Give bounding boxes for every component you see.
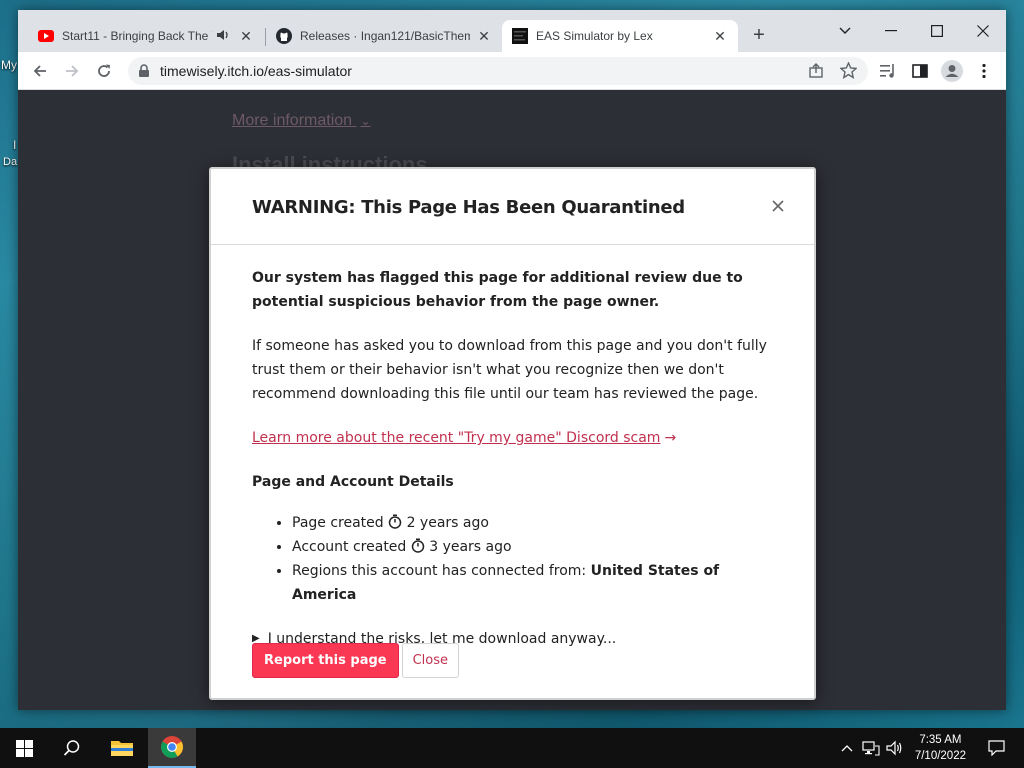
quarantine-dialog: WARNING: This Page Has Been Quarantined … [209, 167, 816, 700]
flag-notice: Our system has flagged this page for add… [252, 270, 743, 310]
more-information-link[interactable]: More information ⌄ [232, 112, 371, 130]
network-icon[interactable] [860, 728, 882, 768]
dialog-title: WARNING: This Page Has Been Quarantined [252, 197, 685, 218]
start-button[interactable] [0, 728, 48, 768]
youtube-icon [38, 28, 54, 44]
close-tab-icon[interactable]: ✕ [712, 28, 728, 45]
search-icon [63, 740, 80, 756]
windows-icon [15, 739, 33, 757]
media-control-icon [879, 64, 894, 78]
regions-label: Regions this account has connected from: [292, 563, 587, 579]
search-button[interactable] [48, 728, 96, 768]
browser-toolbar: timewisely.itch.io/eas-simulator [18, 52, 1006, 90]
desktop-icon-label[interactable]: I [13, 138, 16, 152]
tab-eas-simulator[interactable]: EAS Simulator by Lex ✕ [502, 20, 738, 52]
back-button[interactable] [28, 59, 52, 83]
tab-search-button[interactable] [822, 16, 868, 46]
advice-paragraph: If someone has asked you to download fro… [252, 338, 767, 402]
tab-title: Start11 - Bringing Back The Windows [62, 29, 212, 43]
account-created-label: Account created [292, 539, 407, 555]
profile-button[interactable] [940, 59, 964, 83]
menu-button[interactable] [972, 59, 996, 83]
close-tab-icon[interactable]: ✕ [238, 28, 254, 45]
dialog-buttons: Report this page Close [252, 643, 460, 678]
volume-icon[interactable] [884, 728, 906, 768]
github-icon [276, 28, 292, 44]
address-bar[interactable]: timewisely.itch.io/eas-simulator [128, 57, 868, 85]
chevron-down-icon: ⌄ [360, 114, 371, 128]
forward-button[interactable] [60, 59, 84, 83]
close-button[interactable]: Close [401, 643, 460, 678]
stopwatch-icon [388, 514, 406, 531]
minimize-button[interactable] [868, 16, 914, 46]
reload-button[interactable] [92, 59, 116, 83]
tab-title: Releases · Ingan121/BasicThemer [300, 29, 470, 43]
new-tab-button[interactable]: + [748, 25, 770, 47]
chrome-taskbar-button[interactable] [148, 728, 196, 768]
close-tab-icon[interactable]: ✕ [476, 28, 492, 45]
more-information-text: More information [232, 112, 353, 129]
avatar-icon [941, 60, 963, 82]
chrome-icon [161, 736, 183, 758]
page-created-value: 2 years ago [406, 515, 489, 531]
reading-list-button[interactable] [876, 59, 900, 83]
file-explorer-button[interactable] [98, 728, 146, 768]
forward-arrow-icon [66, 65, 79, 77]
notifications-button[interactable] [976, 728, 1016, 768]
page-created-label: Page created [292, 515, 384, 531]
bookmark-star-icon[interactable] [839, 61, 858, 84]
side-panel-icon [912, 64, 928, 78]
share-icon[interactable] [808, 63, 824, 84]
arrow-right-icon: → [664, 430, 677, 446]
list-item: Regions this account has connected from:… [292, 559, 782, 607]
dialog-body: Our system has flagged this page for add… [252, 266, 782, 651]
desktop-icon-label[interactable]: Da [3, 156, 17, 168]
account-created-value: 3 years ago [429, 539, 512, 555]
learn-more-link[interactable]: Learn more about the recent "Try my game… [252, 430, 660, 446]
stopwatch-icon [411, 538, 429, 555]
dialog-header: WARNING: This Page Has Been Quarantined [211, 169, 814, 245]
tab-strip: Start11 - Bringing Back The Windows ✕ Re… [18, 10, 1006, 52]
tab-github[interactable]: Releases · Ingan121/BasicThemer ✕ [266, 20, 502, 52]
more-vertical-icon [982, 63, 986, 79]
chevron-down-icon [839, 27, 851, 34]
close-window-button[interactable] [960, 16, 1006, 46]
side-panel-button[interactable] [908, 59, 932, 83]
report-page-button[interactable]: Report this page [252, 643, 399, 678]
close-icon[interactable] [772, 193, 784, 217]
url-text: timewisely.itch.io/eas-simulator [160, 63, 352, 79]
list-item: Page created 2 years ago [292, 511, 782, 535]
chevron-up-icon[interactable] [838, 728, 856, 768]
desktop-icon-label[interactable]: My [1, 58, 17, 72]
audio-playing-icon[interactable] [216, 28, 232, 45]
list-item: Account created 3 years ago [292, 535, 782, 559]
lock-icon[interactable] [138, 64, 150, 83]
details-list: Page created 2 years ago Account created… [252, 511, 782, 607]
action-center-icon [987, 740, 1005, 756]
clock-date: 7/10/2022 [914, 750, 966, 762]
reload-icon [98, 64, 110, 77]
clock-time: 7:35 AM [919, 734, 962, 746]
clock[interactable]: 7:35 AM 7/10/2022 [915, 732, 966, 764]
details-heading: Page and Account Details [252, 474, 454, 490]
eas-icon [512, 28, 528, 44]
tab-youtube[interactable]: Start11 - Bringing Back The Windows ✕ [28, 20, 264, 52]
maximize-button[interactable] [914, 16, 960, 46]
back-arrow-icon [33, 65, 46, 77]
tab-title: EAS Simulator by Lex [536, 29, 653, 43]
taskbar: 7:35 AM 7/10/2022 [0, 728, 1024, 768]
folder-icon [111, 741, 133, 756]
